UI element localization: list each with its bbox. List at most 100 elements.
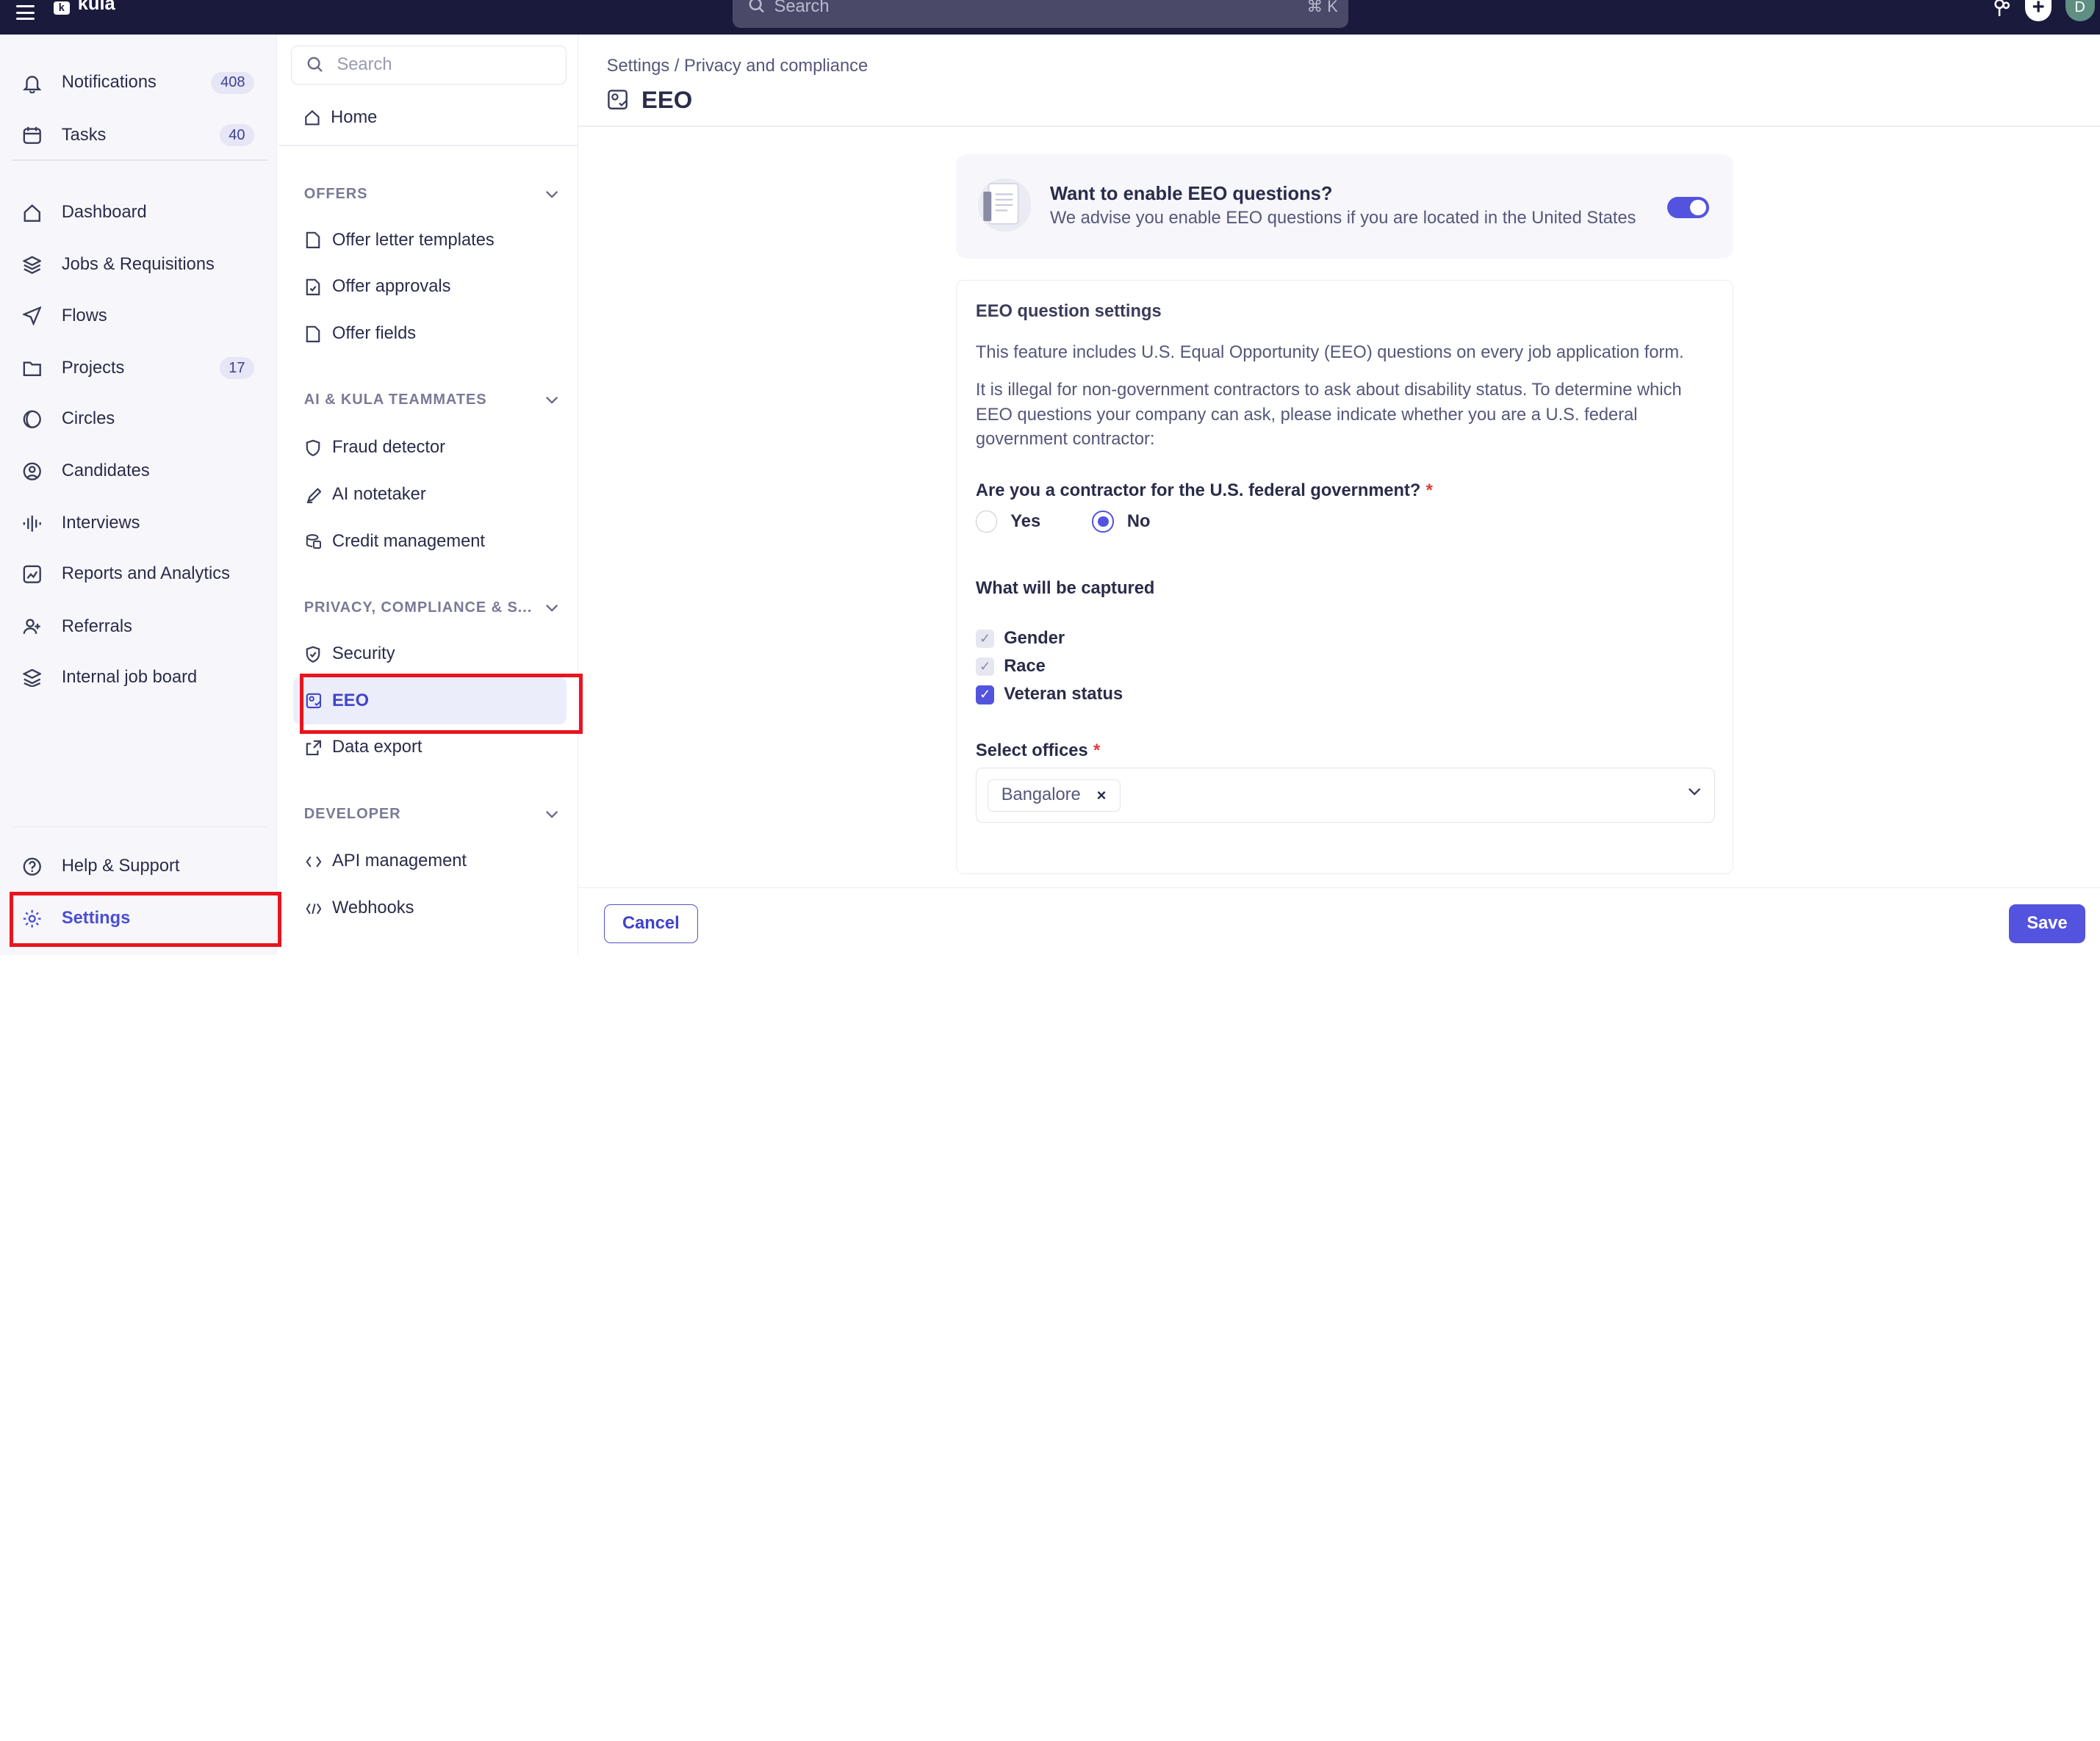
global-search[interactable]: Search ⌘ K (733, 0, 1349, 29)
home-icon (304, 110, 320, 126)
document-icon (306, 325, 322, 344)
radio-yes-label: Yes (1010, 511, 1041, 531)
offices-multiselect[interactable]: Bangalore × (975, 768, 1716, 823)
kula-logo-icon: k (53, 1, 70, 15)
radio-no[interactable]: No (1092, 511, 1209, 533)
section-header-developer[interactable]: DEVELOPER (304, 804, 558, 825)
waveform-icon (21, 513, 43, 534)
nav-label: Referrals (61, 616, 132, 636)
search-icon (749, 0, 764, 13)
nav-help-support[interactable]: Help & Support (11, 843, 268, 889)
settings-item-label: Fraud detector (331, 438, 446, 458)
checkbox-veteran-status[interactable]: ✓ Veteran status (975, 685, 1123, 704)
nav-dashboard[interactable]: Dashboard (11, 190, 268, 236)
chevron-down-icon (545, 810, 558, 818)
nav-circles[interactable]: Circles (11, 397, 268, 442)
settings-search-input[interactable]: Search (290, 45, 567, 84)
settings-sidebar-divider (278, 144, 579, 146)
nav-notifications[interactable]: Notifications 408 (11, 60, 268, 106)
settings-item-ai-notetaker[interactable]: AI notetaker (293, 472, 567, 519)
folder-icon (21, 358, 43, 379)
home-icon (21, 202, 43, 223)
user-circle-icon (21, 461, 43, 482)
settings-item-offer-letter-templates[interactable]: Offer letter templates (293, 217, 567, 264)
settings-item-security[interactable]: Security (293, 630, 567, 677)
radio-no-circle[interactable] (1092, 511, 1114, 533)
contractor-question-label: Are you a contractor for the U.S. federa… (976, 481, 1433, 501)
settings-home-link[interactable]: Home (304, 104, 377, 131)
create-button[interactable]: + (2024, 0, 2052, 22)
help-icon (21, 856, 43, 877)
page-title-text: EEO (641, 85, 693, 113)
cancel-button[interactable]: Cancel (604, 904, 698, 944)
shield-check-icon (306, 645, 322, 664)
check-icon[interactable]: ✓ (975, 657, 995, 677)
nav-reports-analytics[interactable]: Reports and Analytics (11, 552, 268, 597)
radio-yes[interactable]: Yes (975, 511, 1093, 533)
nav-label: Dashboard (61, 203, 147, 223)
coins-icon (306, 532, 322, 551)
primary-sidebar: Notifications 408 Tasks 40 Dashboard Job… (0, 35, 278, 955)
nav-label: Internal job board (61, 667, 198, 687)
settings-item-credit-management[interactable]: Credit management (293, 518, 567, 565)
chevron-down-icon (545, 397, 558, 405)
settings-item-offer-fields[interactable]: Offer fields (293, 311, 567, 358)
pen-sparkle-icon (306, 486, 322, 505)
settings-item-label: Offer approvals (331, 277, 451, 297)
nav-label: Projects (61, 358, 125, 378)
nav-projects[interactable]: Projects 17 (11, 345, 268, 391)
nav-flows[interactable]: Flows (11, 293, 268, 339)
toggle-knob (1690, 199, 1707, 216)
settings-item-webhooks[interactable]: Webhooks (293, 885, 567, 932)
close-icon[interactable]: × (1097, 786, 1107, 805)
checkbox-gender[interactable]: ✓ Gender (975, 628, 1065, 649)
settings-item-label: Offer letter templates (331, 230, 495, 250)
user-avatar[interactable]: D (2065, 0, 2095, 22)
breadcrumb[interactable]: Settings / Privacy and compliance (607, 57, 869, 76)
checkbox-veteran-label: Veteran status (1004, 685, 1123, 704)
office-chip-label: Bangalore (1001, 785, 1081, 805)
nav-interviews[interactable]: Interviews (11, 501, 268, 547)
settings-item-label: Security (331, 644, 395, 663)
check-icon[interactable]: ✓ (975, 685, 995, 704)
app-logo[interactable]: k kula (53, 0, 115, 16)
search-shortcut: ⌘ K (1306, 0, 1338, 16)
layers-icon (21, 254, 43, 275)
chevron-down-icon[interactable] (1688, 787, 1701, 796)
nav-label: Reports and Analytics (61, 564, 230, 584)
checkbox-race[interactable]: ✓ Race (975, 657, 1046, 677)
export-icon (306, 738, 322, 757)
nav-tasks[interactable]: Tasks 40 (11, 112, 268, 158)
projects-badge: 17 (219, 357, 255, 380)
main-content: Settings / Privacy and compliance EEO Wa… (578, 35, 2100, 955)
nav-referrals[interactable]: Referrals (11, 604, 268, 649)
search-icon (307, 57, 323, 73)
settings-item-offer-approvals[interactable]: Offer approvals (293, 264, 567, 311)
stack-icon (21, 667, 43, 688)
save-button[interactable]: Save (2009, 904, 2085, 944)
code-icon (305, 852, 322, 871)
radio-yes-circle[interactable] (975, 511, 998, 533)
select-offices-label: Select offices * (976, 741, 1100, 761)
section-header-label: AI & KULA TEAMMATES (303, 392, 487, 408)
checkbox-gender-label: Gender (1004, 628, 1065, 648)
settings-item-label: Credit management (331, 531, 486, 551)
integrations-icon[interactable] (1993, 0, 2012, 19)
nav-divider (10, 826, 268, 828)
nav-candidates[interactable]: Candidates (11, 449, 268, 494)
hamburger-menu-icon[interactable] (15, 5, 35, 21)
enable-eeo-card: Want to enable EEO questions? We advise … (956, 154, 1733, 259)
section-header-privacy-compliance[interactable]: PRIVACY, COMPLIANCE & S... (304, 597, 558, 619)
office-chip: Bangalore × (987, 779, 1121, 812)
section-header-offers[interactable]: OFFERS (304, 184, 558, 205)
section-header-ai-teammates[interactable]: AI & KULA TEAMMATES (304, 389, 558, 411)
enable-eeo-toggle[interactable] (1667, 196, 1709, 219)
nav-jobs-requisitions[interactable]: Jobs & Requisitions (11, 242, 268, 288)
settings-item-fraud-detector[interactable]: Fraud detector (293, 425, 567, 472)
settings-item-api-management[interactable]: API management (293, 838, 567, 885)
circles-icon (21, 408, 43, 430)
nav-internal-job-board[interactable]: Internal job board (11, 655, 268, 700)
check-icon[interactable]: ✓ (975, 629, 995, 649)
eeo-question-settings-card: EEO question settings This feature inclu… (956, 279, 1733, 875)
nav-label: Flows (61, 306, 107, 325)
